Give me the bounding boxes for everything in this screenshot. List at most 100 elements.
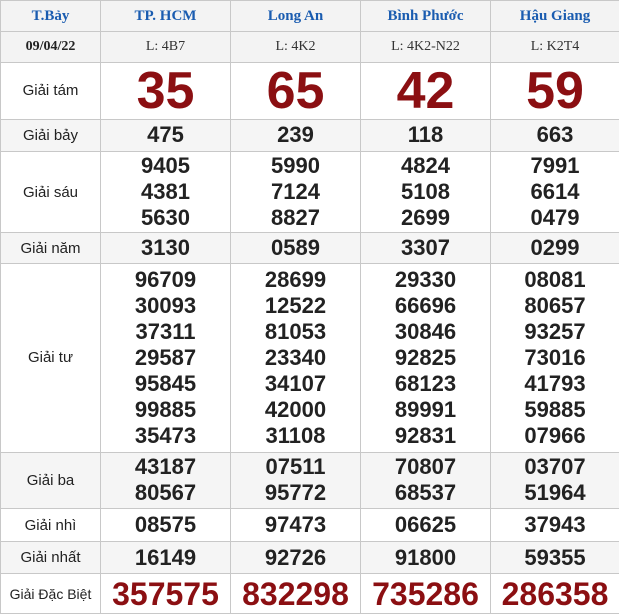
prize-number: 07966: [524, 422, 586, 448]
prize-number: 3130: [141, 235, 190, 261]
prize-cell: 0299: [490, 232, 619, 264]
prize-number: 92726: [264, 544, 327, 570]
prize-cell: 96709 30093 37311 29587 95845 99885 35473: [100, 262, 231, 453]
prize-number: 118: [407, 122, 444, 148]
prize-label: Giải bảy: [0, 118, 101, 153]
prize-number: 92831: [394, 422, 457, 448]
prize-number: 43187: [134, 454, 197, 480]
prize-cell: 475: [100, 118, 231, 153]
prize-number: 41793: [524, 370, 586, 396]
prize-number: 23340: [264, 344, 327, 370]
prize-number: 66696: [394, 292, 457, 318]
prize-cell: 91800: [360, 540, 491, 575]
prize-label: Giải Đặc Biệt: [0, 573, 101, 614]
prize-number: 06625: [394, 512, 457, 538]
prize-number: 0299: [530, 235, 580, 261]
prize-cell: 16149: [100, 540, 231, 575]
prize-label: Giải tám: [0, 61, 101, 120]
prize-row-giai-bay: Giải bảy 475 239 118 663: [0, 118, 619, 153]
prize-number: 96709: [134, 266, 197, 292]
prize-cell: 3130: [100, 232, 231, 264]
prize-number: 80657: [524, 292, 586, 318]
prize-number: 6614: [530, 179, 580, 205]
prize-row-giai-nam: Giải năm 3130 0589 3307 0299: [0, 232, 619, 264]
prize-number: 81053: [264, 318, 327, 344]
prize-number: 97473: [264, 512, 327, 538]
prize-cell: 65: [230, 61, 361, 120]
prize-number: 51964: [524, 480, 586, 506]
prize-cell: 663: [490, 118, 619, 153]
prize-number: 3307: [401, 235, 450, 261]
province-name-binh-phuoc[interactable]: Bình Phước: [360, 0, 491, 33]
prize-number: 30093: [134, 292, 197, 318]
prize-number: 59: [526, 62, 584, 120]
prize-cell: 70807 68537: [360, 451, 491, 510]
prize-number: 2699: [401, 205, 450, 231]
prize-number: 59885: [524, 396, 586, 422]
prize-number: 9405: [141, 153, 190, 179]
prize-label: Giải sáu: [0, 151, 101, 234]
prize-number: 99885: [134, 396, 197, 422]
prize-number: 31108: [265, 422, 326, 448]
prize-cell: 42: [360, 61, 491, 120]
prize-number: 93257: [524, 318, 586, 344]
prize-number: 12522: [264, 292, 327, 318]
prize-number: 35: [136, 62, 195, 120]
prize-number: 59355: [524, 544, 586, 570]
prize-row-giai-nhi: Giải nhì 08575 97473 06625 37943: [0, 508, 619, 542]
prize-number: 42: [396, 62, 455, 120]
prize-number: 08081: [524, 266, 586, 292]
province-name-long-an[interactable]: Long An: [230, 0, 361, 33]
prize-number: 80567: [134, 480, 197, 506]
prize-number: 89991: [394, 396, 457, 422]
prize-number: 286358: [501, 575, 609, 612]
prize-number: 28699: [264, 266, 327, 292]
prize-cell: 239: [230, 118, 361, 153]
prize-number: 5630: [141, 205, 190, 231]
prize-cell: 5990 7124 8827: [230, 151, 361, 234]
lottery-results-table: T.Bảy TP. HCM Long An Bình Phước Hậu Gia…: [0, 0, 619, 614]
prize-number: 29587: [134, 344, 197, 370]
prize-row-giai-nhat: Giải nhất 16149 92726 91800 59355: [0, 540, 619, 575]
prize-number: 475: [147, 122, 184, 148]
prize-cell: 08575: [100, 508, 231, 542]
prize-number: 0589: [271, 235, 320, 261]
prize-number: 30846: [394, 318, 457, 344]
weekday-label: T.Bảy: [0, 0, 101, 33]
prize-number: 37311: [135, 318, 196, 344]
prize-number: 832298: [242, 575, 349, 612]
prize-number: 92825: [394, 344, 457, 370]
prize-cell: 97473: [230, 508, 361, 542]
prize-cell: 08081 80657 93257 73016 41793 59885 07966: [490, 262, 619, 453]
prize-number: 16149: [134, 544, 197, 570]
prize-cell: 28699 12522 81053 23340 34107 42000 31108: [230, 262, 361, 453]
draw-date: 09/04/22: [0, 31, 101, 63]
prize-number: 4381: [141, 179, 190, 205]
prize-cell: 07511 95772: [230, 451, 361, 510]
prize-cell: 9405 4381 5630: [100, 151, 231, 234]
prize-label: Giải nhì: [0, 508, 101, 542]
prize-row-giai-ba: Giải ba 43187 80567 07511 95772 70807 68537…: [0, 451, 619, 510]
prize-number: 37943: [524, 512, 586, 538]
prize-cell: 286358: [490, 573, 619, 614]
prize-number: 7124: [271, 179, 320, 205]
prize-cell: 06625: [360, 508, 491, 542]
prize-number: 91800: [394, 544, 457, 570]
prize-number: 239: [277, 122, 314, 148]
province-name-hau-giang[interactable]: Hậu Giang: [490, 0, 619, 33]
ticket-code-hcm: L: 4B7: [100, 31, 231, 63]
prize-label: Giải tư: [0, 262, 101, 453]
ticket-code-hau-giang: L: K2T4: [490, 31, 619, 63]
prize-number: 95772: [264, 480, 327, 506]
prize-number: 7991: [530, 153, 580, 179]
province-name-hcm[interactable]: TP. HCM: [100, 0, 231, 33]
prize-cell: 35: [100, 61, 231, 120]
prize-cell: 832298: [230, 573, 361, 614]
ticket-code-long-an: L: 4K2: [230, 31, 361, 63]
prize-row-giai-dac-biet: Giải Đặc Biệt 357575 832298 735286 28635…: [0, 573, 619, 614]
prize-label: Giải ba: [0, 451, 101, 510]
prize-number: 663: [536, 122, 574, 148]
province-header-row: T.Bảy TP. HCM Long An Bình Phước Hậu Gia…: [0, 0, 619, 33]
prize-number: 34107: [264, 370, 327, 396]
prize-cell: 4824 5108 2699: [360, 151, 491, 234]
